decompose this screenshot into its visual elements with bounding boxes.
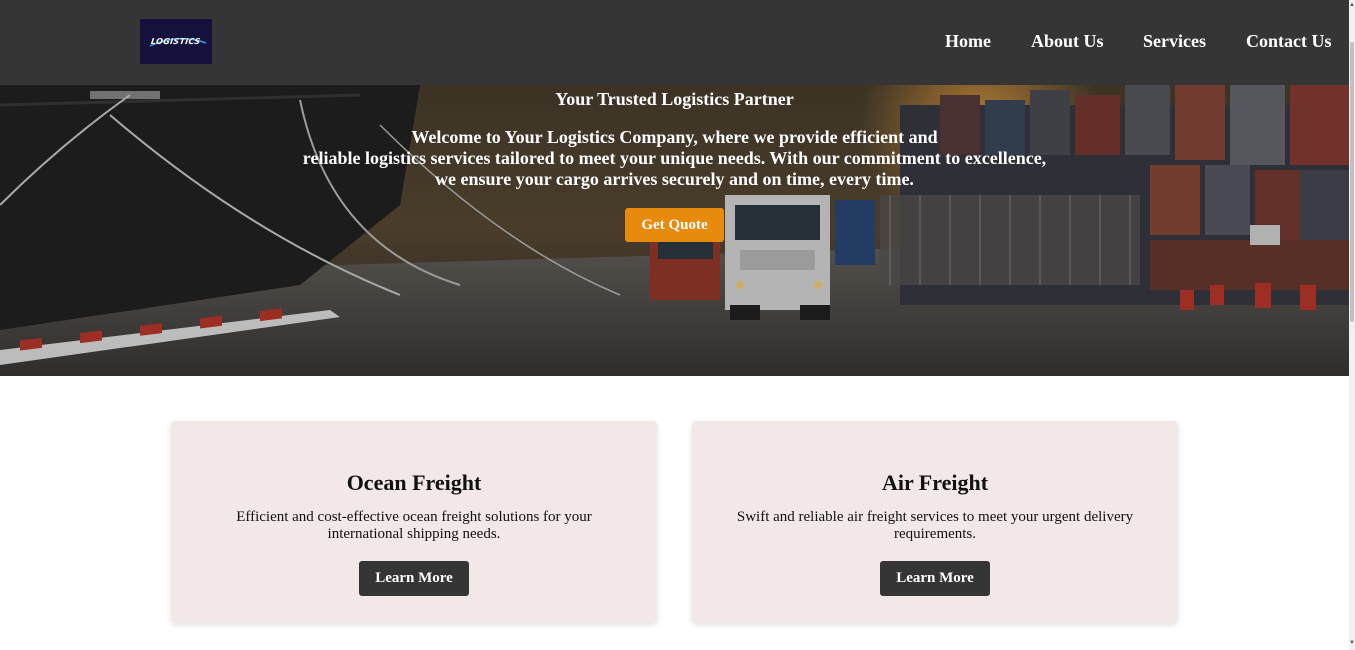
service-card-title: Air Freight — [881, 470, 989, 495]
service-card-title: Ocean Freight — [346, 470, 482, 495]
hero-section: Your Trusted Logistics Partner Welcome t… — [0, 85, 1349, 376]
learn-more-button[interactable]: Learn More — [359, 561, 469, 596]
nav-home[interactable]: Home — [945, 31, 991, 52]
get-quote-button[interactable]: Get Quote — [625, 208, 724, 242]
hero-line: Welcome to Your Logistics Company, where… — [411, 127, 938, 147]
page: LOGISTICS Home About Us Services Contact… — [0, 0, 1355, 650]
nav-about-us[interactable]: About Us — [1031, 31, 1104, 52]
nav-services[interactable]: Services — [1143, 31, 1206, 52]
hero-line: reliable logistics services tailored to … — [302, 148, 1047, 168]
nav-contact-us[interactable]: Contact Us — [1246, 31, 1332, 52]
vertical-scrollbar[interactable]: ▲ ▼ — [1349, 0, 1355, 650]
hero-line: we ensure your cargo arrives securely an… — [435, 169, 914, 189]
hero-description: Welcome to Your Logistics Company, where… — [0, 127, 1349, 190]
scroll-down-arrow-icon[interactable]: ▼ — [1349, 638, 1355, 648]
site-header: LOGISTICS Home About Us Services Contact… — [0, 0, 1349, 85]
service-card-description: Efficient and cost-effective ocean freig… — [236, 509, 592, 542]
service-card-ocean-freight: Ocean Freight Efficient and cost-effecti… — [171, 421, 657, 623]
learn-more-button[interactable]: Learn More — [880, 561, 990, 596]
service-card-description: Swift and reliable air freight services … — [736, 509, 1134, 542]
main-nav: Home About Us Services Contact Us — [0, 31, 1349, 53]
hero-title: Your Trusted Logistics Partner — [555, 89, 794, 109]
scrollbar-thumb[interactable] — [1350, 42, 1354, 322]
scroll-up-arrow-icon[interactable]: ▲ — [1349, 0, 1355, 10]
service-card-air-freight: Air Freight Swift and reliable air freig… — [692, 421, 1178, 623]
